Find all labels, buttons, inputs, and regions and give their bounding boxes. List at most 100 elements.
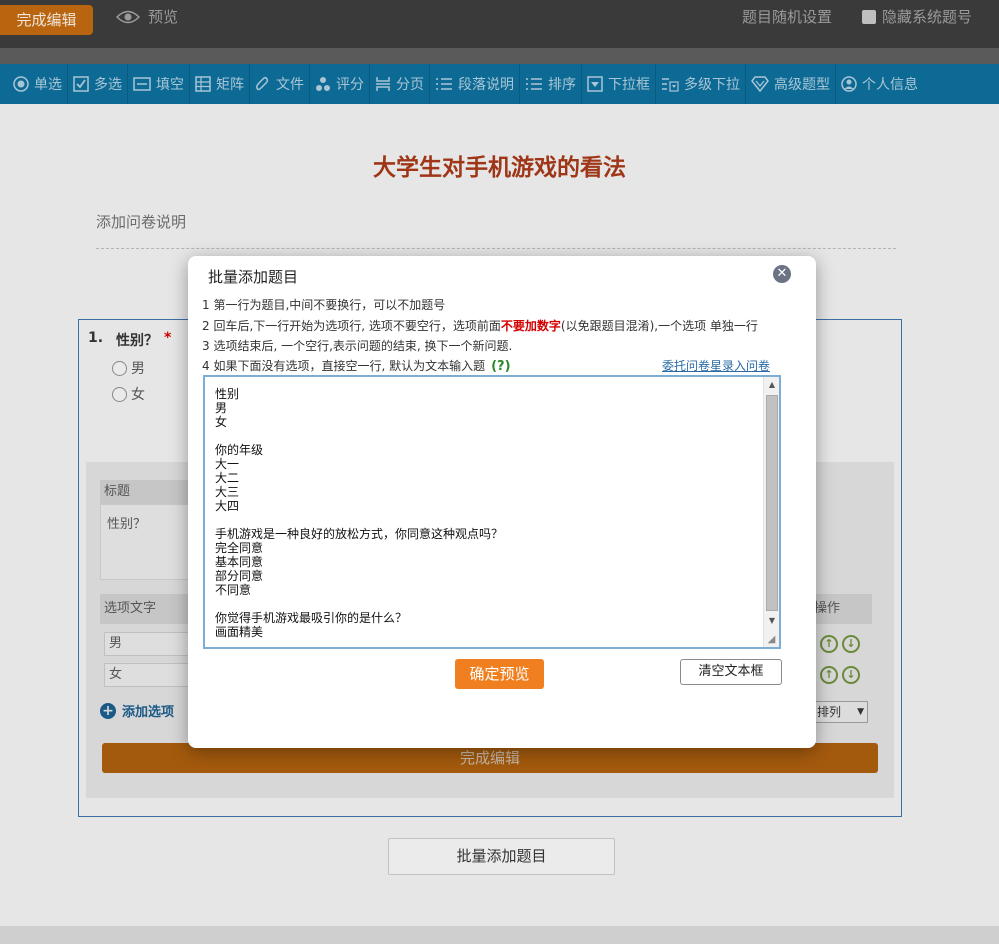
move-controls: ↑ ↓ [820, 635, 864, 653]
tool-label: 高级题型 [774, 77, 830, 93]
scroll-thumb[interactable] [766, 395, 778, 611]
tool-label: 评分 [336, 77, 364, 93]
scroll-down-icon[interactable]: ▼ [764, 613, 779, 629]
hide-system-numbers-toggle[interactable]: 隐藏系统题号 [862, 6, 972, 28]
fill-blank-icon [133, 77, 151, 91]
paragraph-icon [436, 78, 452, 90]
top-bar: 完成编辑 预览 题目随机设置 隐藏系统题号 [0, 0, 999, 48]
question-option[interactable]: 女 [112, 384, 145, 404]
paperclip-icon [256, 76, 269, 91]
option-label: 女 [131, 387, 145, 403]
done-edit-top-button[interactable]: 完成编辑 [0, 5, 93, 35]
question-number: 1. [88, 330, 104, 346]
confirm-preview-button[interactable]: 确定预览 [455, 659, 544, 689]
user-icon [841, 76, 857, 92]
title-input[interactable]: 性别？ [100, 504, 200, 580]
add-description-link[interactable]: 添加问卷说明 [96, 211, 186, 232]
tool-dropdown[interactable]: 下拉框 [582, 64, 656, 104]
tool-label: 分页 [396, 77, 424, 93]
tool-label: 文件 [276, 77, 304, 93]
tool-label: 单选 [34, 77, 62, 93]
textarea-content: 性别 男 女 你的年级 大一 大二 大三 大四 手机游戏是一种良好的放松方式，你… [215, 387, 504, 639]
batch-textarea[interactable]: 性别 男 女 你的年级 大一 大二 大三 大四 手机游戏是一种良好的放松方式，你… [203, 375, 781, 649]
option-label: 男 [131, 361, 145, 377]
scroll-up-icon[interactable]: ▲ [764, 377, 779, 393]
add-option-button[interactable]: + 添加选项 [100, 701, 174, 720]
question-option[interactable]: 男 [112, 358, 145, 378]
add-option-label: 添加选项 [122, 705, 175, 720]
tool-label: 填空 [156, 77, 184, 93]
radio-button[interactable] [112, 386, 127, 402]
title-label: 标题 [100, 480, 200, 504]
clear-textbox-button[interactable]: 清空文本框 [680, 659, 782, 685]
instruction-4-text: 4 如果下面没有选项，直接空一行, 默认为文本输入题 [202, 359, 486, 373]
plus-icon: + [100, 702, 116, 719]
sort-icon [526, 78, 542, 90]
option-text-header: 选项文字 [100, 594, 200, 624]
tool-advanced[interactable]: 高级题型 [746, 64, 836, 104]
resize-handle-icon[interactable]: ◢ [765, 633, 778, 646]
radio-icon [13, 76, 29, 92]
tool-fill-blank[interactable]: 填空 [128, 64, 190, 104]
tool-multiple-choice[interactable]: 多选 [68, 64, 128, 104]
instruction-4: 4 如果下面没有选项，直接空一行, 默认为文本输入题 (?) [202, 357, 511, 374]
description-divider [96, 248, 896, 249]
arrow-down-icon[interactable]: ↓ [842, 666, 860, 684]
tool-rating[interactable]: 评分 [310, 64, 370, 104]
tool-page-break[interactable]: 分页 [370, 64, 430, 104]
tool-label: 矩阵 [216, 77, 244, 93]
option-input[interactable]: 女 [104, 663, 194, 687]
survey-title[interactable]: 大学生对手机游戏的看法 [0, 148, 999, 182]
hide-system-numbers-label: 隐藏系统题号 [882, 8, 973, 26]
close-icon[interactable]: ✕ [773, 265, 791, 283]
preview-button[interactable]: 预览 [116, 6, 178, 28]
rating-icon [316, 77, 330, 91]
instruction-3: 3 选项结束后, 一个空行,表示问题的结束, 换下一个新问题. [202, 339, 513, 353]
checkbox-icon [73, 76, 89, 92]
tool-label: 下拉框 [608, 77, 650, 93]
tool-matrix[interactable]: 矩阵 [190, 64, 250, 104]
batch-add-dialog: 批量添加题目 ✕ 1 第一行为题目,中间不要换行，可以不加题号 2 回车后,下一… [188, 256, 816, 748]
arrow-up-icon[interactable]: ↑ [820, 666, 838, 684]
instruction-1: 1 第一行为题目,中间不要换行，可以不加题号 [202, 298, 446, 312]
tool-personal-info[interactable]: 个人信息 [836, 64, 923, 104]
tool-paragraph[interactable]: 段落说明 [430, 64, 520, 104]
question-type-toolbar: 单选 多选 填空 矩阵 文件 评分 分页 段落说明 排序 下拉框 多级下拉 高级… [0, 64, 999, 104]
textarea-scrollbar[interactable]: ▲ ▼ [763, 377, 779, 647]
tool-single-choice[interactable]: 单选 [8, 64, 68, 104]
tool-sort[interactable]: 排序 [520, 64, 582, 104]
option-input[interactable]: 男 [104, 632, 194, 656]
random-setting-link[interactable]: 题目随机设置 [742, 6, 832, 28]
hide-system-numbers-checkbox[interactable] [862, 10, 876, 24]
tool-label: 排序 [548, 77, 576, 93]
batch-add-button[interactable]: 批量添加题目 [388, 838, 615, 875]
radio-button[interactable] [112, 360, 127, 376]
page-break-icon [376, 77, 390, 91]
dropdown-icon [587, 76, 603, 92]
matrix-icon [195, 76, 211, 92]
tool-label: 个人信息 [862, 77, 918, 93]
move-controls: ↑ ↓ [820, 666, 864, 684]
tool-label: 多级下拉 [684, 77, 740, 93]
instruction-2: 2 回车后,下一行开始为选项行, 选项不要空行，选项前面不要加数字(以免跟题目混… [202, 317, 758, 334]
tool-label: 段落说明 [458, 77, 514, 93]
delegate-entry-link[interactable]: 委托问卷星录入问卷 [662, 357, 770, 374]
diamond-icon [751, 76, 769, 92]
help-icon[interactable]: (?) [491, 359, 510, 374]
multi-dropdown-icon [662, 78, 679, 92]
arrow-down-icon[interactable]: ↓ [842, 635, 860, 653]
required-mark: * [164, 330, 172, 346]
arrow-up-icon[interactable]: ↑ [820, 635, 838, 653]
preview-label: 预览 [148, 8, 179, 26]
header-gap [0, 48, 999, 64]
instruction-2-text: 2 回车后,下一行开始为选项行, 选项不要空行，选项前面 [202, 319, 501, 333]
question-text: 性别？ [116, 333, 158, 349]
instruction-2-text-end: (以免跟题目混淆),一个选项 单独一行 [560, 319, 758, 333]
tool-multi-dropdown[interactable]: 多级下拉 [656, 64, 746, 104]
bottom-bar [0, 926, 999, 944]
tool-file[interactable]: 文件 [250, 64, 310, 104]
sort-select[interactable]: 排列 [812, 701, 868, 723]
dialog-title: 批量添加题目 [208, 268, 299, 286]
tool-label: 多选 [94, 77, 122, 93]
eye-icon [116, 10, 140, 24]
